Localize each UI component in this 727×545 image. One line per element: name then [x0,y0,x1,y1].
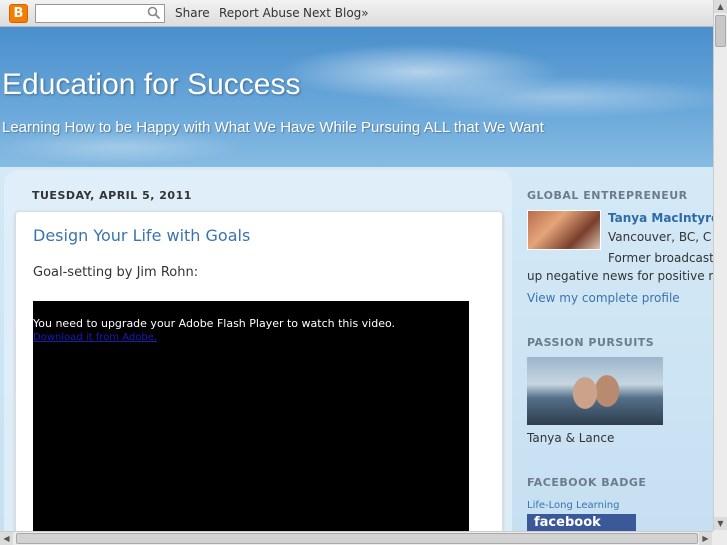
horizontal-scroll-thumb[interactable] [16,533,698,544]
profile-heading: GLOBAL ENTREPRENEUR [527,189,688,202]
facebook-badge-logo[interactable]: facebook [527,514,636,531]
scroll-up-icon[interactable]: ▲ [714,0,727,13]
blog-description: Learning How to be Happy with What We Ha… [2,119,544,136]
search-icon[interactable] [147,6,161,20]
profile-bio-line-2: up negative news for positive me [527,269,727,283]
download-flash-link[interactable]: Download it from Adobe. [33,332,157,343]
blog-title[interactable]: Education for Success [2,68,301,102]
next-blog-link[interactable]: Next Blog» [303,6,369,20]
post-title-link[interactable]: Design Your Life with Goals [33,226,250,245]
horizontal-scrollbar[interactable]: ◀ ▶ [0,531,713,545]
profile-location: Vancouver, BC, C [608,230,712,244]
report-abuse-link[interactable]: Report Abuse [219,6,300,20]
date-header: TUESDAY, APRIL 5, 2011 [32,189,192,202]
scrollbar-corner [713,531,727,545]
facebook-heading: FACEBOOK BADGE [527,476,647,489]
scroll-down-icon[interactable]: ▼ [714,517,727,530]
flash-upgrade-message: You need to upgrade your Adobe Flash Pla… [33,317,396,330]
profile-photo[interactable] [527,210,601,250]
passion-caption: Tanya & Lance [527,431,615,445]
blogger-logo-icon[interactable]: B [9,4,28,23]
scroll-left-icon[interactable]: ◀ [0,532,13,545]
passion-photo[interactable] [527,357,663,425]
view-profile-link[interactable]: View my complete profile [527,291,680,305]
facebook-badge-label[interactable]: Life-Long Learning [527,500,619,511]
scroll-right-icon[interactable]: ▶ [699,532,712,545]
profile-bio-line-1: Former broadcast [608,251,714,265]
share-link[interactable]: Share [175,6,210,20]
search-input[interactable] [35,4,165,23]
passion-heading: PASSION PURSUITS [527,336,655,349]
post-intro-text: Goal-setting by Jim Rohn: [33,265,199,280]
vertical-scroll-thumb[interactable] [715,15,726,47]
profile-name-link[interactable]: Tanya MacIntyre [608,211,719,225]
vertical-scrollbar[interactable]: ▲ ▼ [713,0,727,531]
blogger-navbar: B Share Report Abuse Next Blog» [0,0,713,27]
